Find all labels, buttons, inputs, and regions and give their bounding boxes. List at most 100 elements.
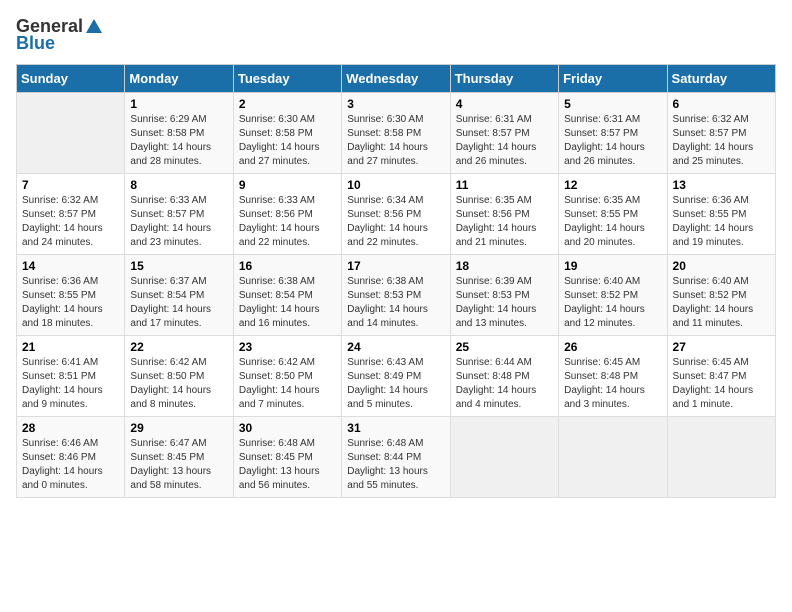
calendar-cell: 31 Sunrise: 6:48 AMSunset: 8:44 PMDayligh…	[342, 417, 450, 498]
calendar-cell: 11 Sunrise: 6:35 AMSunset: 8:56 PMDayligh…	[450, 174, 558, 255]
calendar-week-row: 1Sunrise: 6:29 AMSunset: 8:58 PMDaylight…	[17, 93, 776, 174]
logo: General Blue	[16, 16, 102, 54]
header-saturday: Saturday	[667, 65, 775, 93]
calendar-cell: 24 Sunrise: 6:43 AMSunset: 8:49 PMDayligh…	[342, 336, 450, 417]
header: General Blue	[16, 16, 776, 54]
day-info: Sunrise: 6:34 AMSunset: 8:56 PMDaylight:…	[347, 194, 444, 250]
day-number: 3	[347, 97, 444, 111]
day-info: Sunrise: 6:42 AMSunset: 8:50 PMDaylight:…	[130, 356, 227, 412]
day-number: 12	[564, 178, 661, 192]
calendar-cell: 7 Sunrise: 6:32 AMSunset: 8:57 PMDaylight…	[17, 174, 125, 255]
header-friday: Friday	[559, 65, 667, 93]
calendar-cell: 1Sunrise: 6:29 AMSunset: 8:58 PMDaylight…	[125, 93, 233, 174]
day-number: 28	[22, 421, 119, 435]
day-number: 26	[564, 340, 661, 354]
day-number: 17	[347, 259, 444, 273]
day-info: Sunrise: 6:48 AMSunset: 8:45 PMDaylight:…	[239, 437, 336, 493]
calendar-cell: 25Sunrise: 6:44 AMSunset: 8:48 PMDayligh…	[450, 336, 558, 417]
day-info: Sunrise: 6:31 AMSunset: 8:57 PMDaylight:…	[456, 113, 553, 169]
calendar-cell: 3 Sunrise: 6:30 AMSunset: 8:58 PMDaylight…	[342, 93, 450, 174]
day-info: Sunrise: 6:45 AMSunset: 8:47 PMDaylight:…	[673, 356, 770, 412]
day-info: Sunrise: 6:37 AMSunset: 8:54 PMDaylight:…	[130, 275, 227, 331]
calendar-cell	[559, 417, 667, 498]
calendar-cell: 5 Sunrise: 6:31 AMSunset: 8:57 PMDaylight…	[559, 93, 667, 174]
calendar-cell: 21 Sunrise: 6:41 AMSunset: 8:51 PMDayligh…	[17, 336, 125, 417]
day-info: Sunrise: 6:43 AMSunset: 8:49 PMDaylight:…	[347, 356, 444, 412]
calendar-cell: 2 Sunrise: 6:30 AMSunset: 8:58 PMDaylight…	[233, 93, 341, 174]
day-info: Sunrise: 6:38 AMSunset: 8:54 PMDaylight:…	[239, 275, 336, 331]
day-number: 19	[564, 259, 661, 273]
calendar-cell: 29Sunrise: 6:47 AMSunset: 8:45 PMDayligh…	[125, 417, 233, 498]
calendar-cell: 27 Sunrise: 6:45 AMSunset: 8:47 PMDayligh…	[667, 336, 775, 417]
calendar-cell: 6Sunrise: 6:32 AMSunset: 8:57 PMDaylight…	[667, 93, 775, 174]
day-info: Sunrise: 6:46 AMSunset: 8:46 PMDaylight:…	[22, 437, 119, 493]
day-number: 2	[239, 97, 336, 111]
calendar-cell: 19 Sunrise: 6:40 AMSunset: 8:52 PMDayligh…	[559, 255, 667, 336]
calendar-cell: 8 Sunrise: 6:33 AMSunset: 8:57 PMDaylight…	[125, 174, 233, 255]
calendar-week-row: 21 Sunrise: 6:41 AMSunset: 8:51 PMDayligh…	[17, 336, 776, 417]
calendar-cell: 13 Sunrise: 6:36 AMSunset: 8:55 PMDayligh…	[667, 174, 775, 255]
calendar-cell	[17, 93, 125, 174]
calendar-cell	[450, 417, 558, 498]
day-number: 20	[673, 259, 770, 273]
day-info: Sunrise: 6:32 AMSunset: 8:57 PMDaylight:…	[22, 194, 119, 250]
day-info: Sunrise: 6:30 AMSunset: 8:58 PMDaylight:…	[239, 113, 336, 169]
calendar-cell: 30 Sunrise: 6:48 AMSunset: 8:45 PMDayligh…	[233, 417, 341, 498]
day-number: 18	[456, 259, 553, 273]
header-wednesday: Wednesday	[342, 65, 450, 93]
day-info: Sunrise: 6:30 AMSunset: 8:58 PMDaylight:…	[347, 113, 444, 169]
calendar-cell: 18 Sunrise: 6:39 AMSunset: 8:53 PMDayligh…	[450, 255, 558, 336]
day-number: 30	[239, 421, 336, 435]
day-info: Sunrise: 6:36 AMSunset: 8:55 PMDaylight:…	[673, 194, 770, 250]
day-info: Sunrise: 6:48 AMSunset: 8:44 PMDaylight:…	[347, 437, 444, 493]
day-number: 5	[564, 97, 661, 111]
day-info: Sunrise: 6:47 AMSunset: 8:45 PMDaylight:…	[130, 437, 227, 493]
day-number: 24	[347, 340, 444, 354]
day-number: 7	[22, 178, 119, 192]
calendar-cell: 14Sunrise: 6:36 AMSunset: 8:55 PMDayligh…	[17, 255, 125, 336]
day-info: Sunrise: 6:44 AMSunset: 8:48 PMDaylight:…	[456, 356, 553, 412]
day-number: 31	[347, 421, 444, 435]
calendar-cell	[667, 417, 775, 498]
calendar-week-row: 14Sunrise: 6:36 AMSunset: 8:55 PMDayligh…	[17, 255, 776, 336]
day-info: Sunrise: 6:41 AMSunset: 8:51 PMDaylight:…	[22, 356, 119, 412]
day-info: Sunrise: 6:29 AMSunset: 8:58 PMDaylight:…	[130, 113, 227, 169]
day-info: Sunrise: 6:33 AMSunset: 8:57 PMDaylight:…	[130, 194, 227, 250]
day-number: 22	[130, 340, 227, 354]
header-sunday: Sunday	[17, 65, 125, 93]
calendar-cell: 23Sunrise: 6:42 AMSunset: 8:50 PMDayligh…	[233, 336, 341, 417]
day-info: Sunrise: 6:31 AMSunset: 8:57 PMDaylight:…	[564, 113, 661, 169]
calendar-cell: 26 Sunrise: 6:45 AMSunset: 8:48 PMDayligh…	[559, 336, 667, 417]
calendar-week-row: 7 Sunrise: 6:32 AMSunset: 8:57 PMDaylight…	[17, 174, 776, 255]
calendar-cell: 16 Sunrise: 6:38 AMSunset: 8:54 PMDayligh…	[233, 255, 341, 336]
calendar-cell: 4 Sunrise: 6:31 AMSunset: 8:57 PMDaylight…	[450, 93, 558, 174]
day-info: Sunrise: 6:35 AMSunset: 8:56 PMDaylight:…	[456, 194, 553, 250]
header-thursday: Thursday	[450, 65, 558, 93]
day-number: 21	[22, 340, 119, 354]
day-info: Sunrise: 6:35 AMSunset: 8:55 PMDaylight:…	[564, 194, 661, 250]
day-info: Sunrise: 6:32 AMSunset: 8:57 PMDaylight:…	[673, 113, 770, 169]
day-info: Sunrise: 6:36 AMSunset: 8:55 PMDaylight:…	[22, 275, 119, 331]
day-info: Sunrise: 6:33 AMSunset: 8:56 PMDaylight:…	[239, 194, 336, 250]
day-number: 27	[673, 340, 770, 354]
calendar-cell: 12 Sunrise: 6:35 AMSunset: 8:55 PMDayligh…	[559, 174, 667, 255]
calendar-cell: 9 Sunrise: 6:33 AMSunset: 8:56 PMDaylight…	[233, 174, 341, 255]
calendar-header-row: SundayMondayTuesdayWednesdayThursdayFrid…	[17, 65, 776, 93]
day-info: Sunrise: 6:42 AMSunset: 8:50 PMDaylight:…	[239, 356, 336, 412]
day-number: 13	[673, 178, 770, 192]
day-info: Sunrise: 6:45 AMSunset: 8:48 PMDaylight:…	[564, 356, 661, 412]
day-number: 8	[130, 178, 227, 192]
calendar-cell: 15Sunrise: 6:37 AMSunset: 8:54 PMDayligh…	[125, 255, 233, 336]
day-info: Sunrise: 6:40 AMSunset: 8:52 PMDaylight:…	[673, 275, 770, 331]
day-number: 11	[456, 178, 553, 192]
day-number: 4	[456, 97, 553, 111]
day-number: 9	[239, 178, 336, 192]
calendar-table: SundayMondayTuesdayWednesdayThursdayFrid…	[16, 64, 776, 498]
calendar-cell: 20 Sunrise: 6:40 AMSunset: 8:52 PMDayligh…	[667, 255, 775, 336]
day-info: Sunrise: 6:39 AMSunset: 8:53 PMDaylight:…	[456, 275, 553, 331]
logo-blue: Blue	[16, 33, 55, 54]
calendar-week-row: 28 Sunrise: 6:46 AMSunset: 8:46 PMDayligh…	[17, 417, 776, 498]
day-info: Sunrise: 6:40 AMSunset: 8:52 PMDaylight:…	[564, 275, 661, 331]
calendar-cell: 28 Sunrise: 6:46 AMSunset: 8:46 PMDayligh…	[17, 417, 125, 498]
day-number: 16	[239, 259, 336, 273]
